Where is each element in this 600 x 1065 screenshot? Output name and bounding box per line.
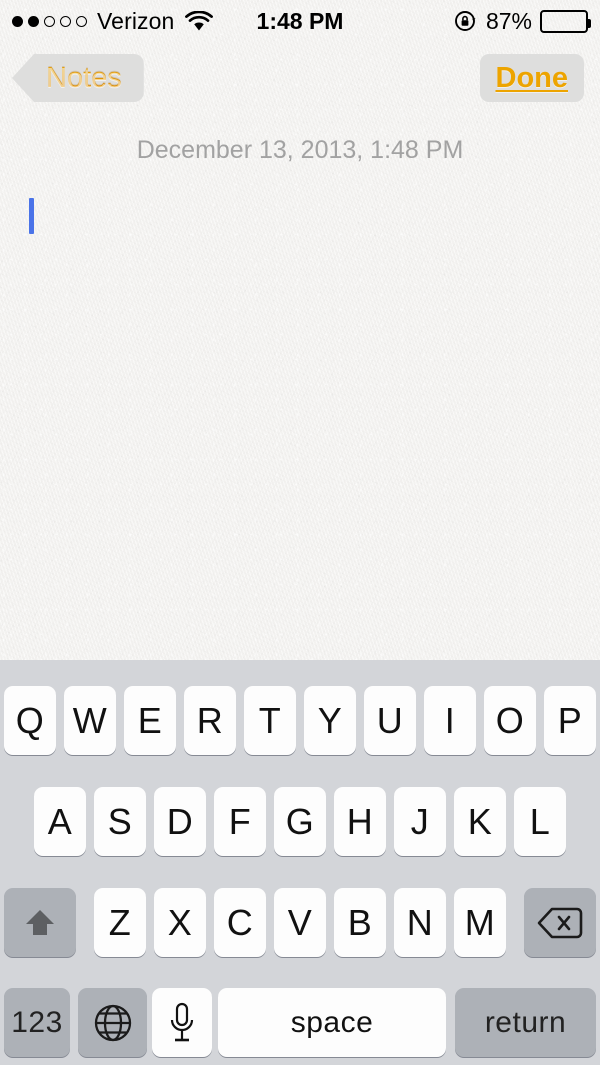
done-button[interactable]: Done (479, 54, 584, 102)
key-q[interactable]: Q (4, 686, 56, 755)
shift-key[interactable] (4, 888, 76, 957)
numbers-key[interactable]: 123 (4, 988, 70, 1057)
key-n[interactable]: N (394, 888, 446, 957)
microphone-icon (165, 1001, 199, 1045)
globe-icon (92, 1002, 134, 1044)
key-d[interactable]: D (154, 787, 206, 856)
key-e[interactable]: E (124, 686, 176, 755)
key-o[interactable]: O (484, 686, 536, 755)
key-f[interactable]: F (214, 787, 266, 856)
backspace-icon (537, 906, 583, 940)
key-x[interactable]: X (154, 888, 206, 957)
shift-arrow-icon (20, 905, 60, 941)
text-caret (29, 198, 34, 234)
status-bar: Verizon 1:48 PM 87% (0, 0, 600, 42)
key-z[interactable]: Z (94, 888, 146, 957)
numbers-key-label: 123 (11, 1005, 63, 1039)
notes-app-screen: Verizon 1:48 PM 87% Notes Done December … (0, 0, 600, 1065)
done-button-label: Done (495, 61, 569, 94)
key-m[interactable]: M (454, 888, 506, 957)
dictation-key[interactable] (152, 988, 212, 1057)
key-y[interactable]: Y (304, 686, 356, 755)
navigation-bar: Notes Done (0, 42, 600, 114)
note-timestamp: December 13, 2013, 1:48 PM (136, 136, 464, 164)
key-k[interactable]: K (454, 787, 506, 856)
space-key[interactable]: space (218, 988, 446, 1057)
key-j[interactable]: J (394, 787, 446, 856)
key-i[interactable]: I (424, 686, 476, 755)
battery-icon (540, 9, 591, 33)
back-button-label: Notes (46, 61, 122, 94)
key-l[interactable]: L (514, 787, 566, 856)
key-r[interactable]: R (184, 686, 236, 755)
globe-key[interactable] (78, 988, 147, 1057)
battery-percent-label: 87% (485, 7, 532, 34)
key-s[interactable]: S (94, 787, 146, 856)
return-key[interactable]: return (455, 988, 596, 1057)
status-bar-right: 87% (454, 0, 591, 42)
key-t[interactable]: T (244, 686, 296, 755)
key-g[interactable]: G (274, 787, 326, 856)
backspace-key[interactable] (524, 888, 596, 957)
key-c[interactable]: C (214, 888, 266, 957)
return-key-label: return (484, 1005, 567, 1039)
on-screen-keyboard: Q W E R T Y U I O P A S D F G H J K L Z … (0, 660, 600, 1065)
space-key-label: space (290, 1005, 374, 1039)
key-h[interactable]: H (334, 787, 386, 856)
key-v[interactable]: V (274, 888, 326, 957)
note-text-area[interactable] (0, 180, 600, 660)
key-u[interactable]: U (364, 686, 416, 755)
key-b[interactable]: B (334, 888, 386, 957)
key-a[interactable]: A (34, 787, 86, 856)
rotation-lock-icon (454, 9, 478, 33)
key-p[interactable]: P (544, 686, 596, 755)
back-button-notes[interactable]: Notes (12, 54, 144, 102)
key-w[interactable]: W (64, 686, 116, 755)
